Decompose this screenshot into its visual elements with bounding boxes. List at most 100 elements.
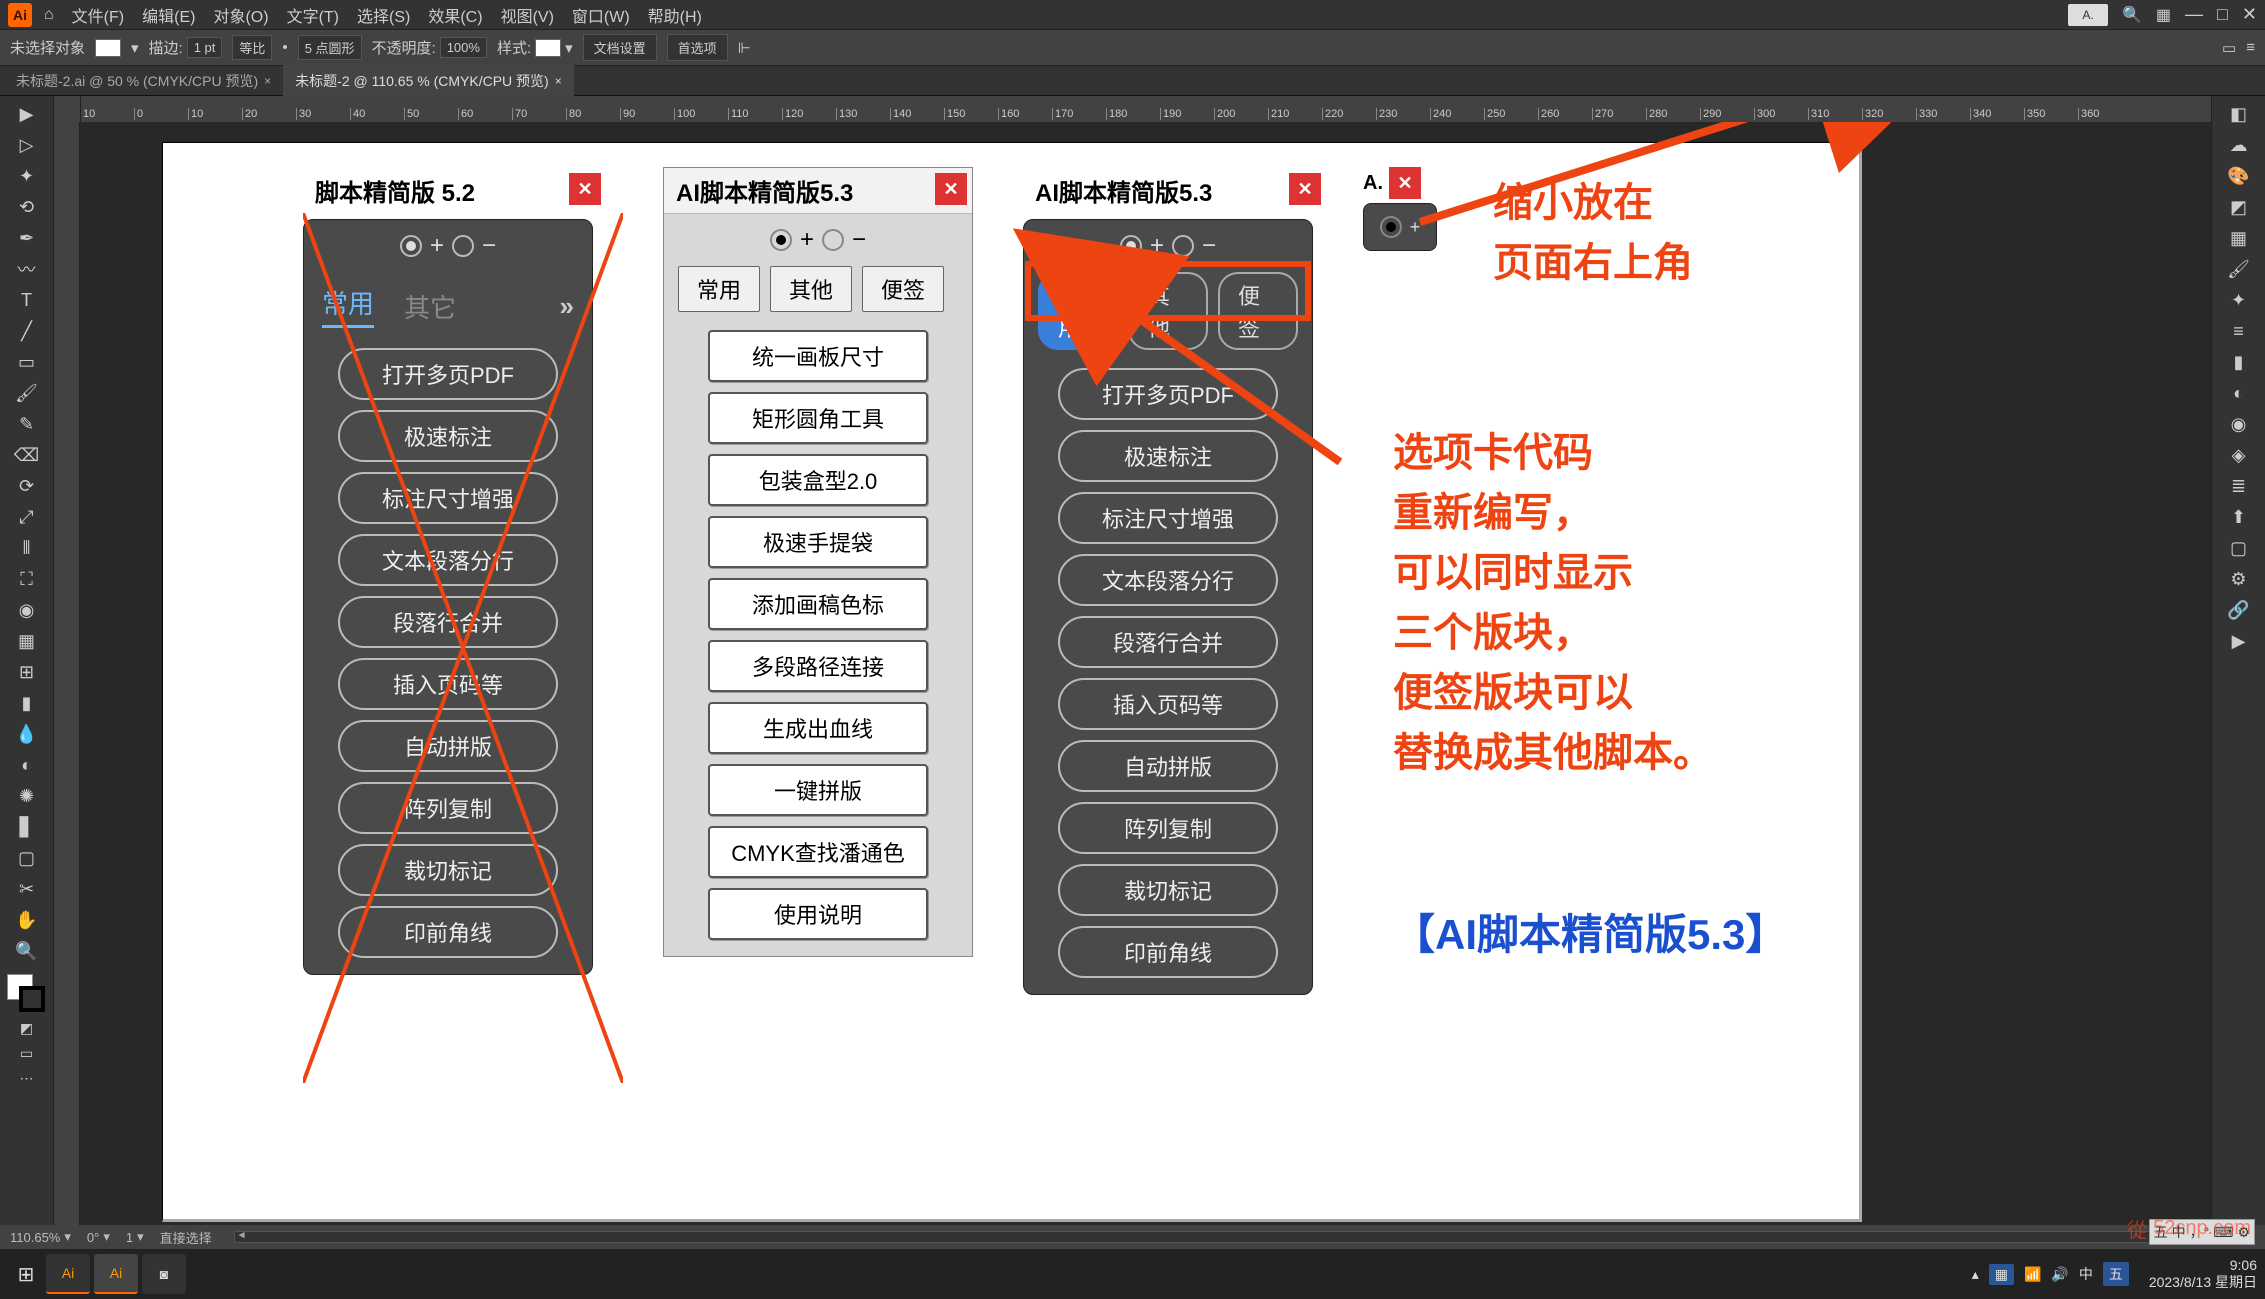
script-button[interactable]: 矩形圆角工具: [708, 392, 928, 444]
search-icon[interactable]: 🔍: [2122, 5, 2142, 25]
chevron-right-icon[interactable]: »: [560, 291, 574, 322]
script-button[interactable]: 插入页码等: [338, 658, 558, 710]
menu-effect[interactable]: 效果(C): [428, 3, 482, 27]
stroke-panel-icon[interactable]: ≡: [2218, 317, 2260, 345]
align-icon[interactable]: ⊩: [738, 39, 751, 57]
curvature-tool-icon[interactable]: 〰: [6, 255, 48, 283]
mini-close-button[interactable]: ✕: [1389, 167, 1421, 199]
blend-tool-icon[interactable]: ◐: [6, 751, 48, 779]
play-icon[interactable]: ▶: [2218, 627, 2260, 655]
script-button[interactable]: 裁切标记: [338, 844, 558, 896]
tray-volume-icon[interactable]: 🔊: [2051, 1266, 2068, 1283]
taskbar-clock[interactable]: 9:06 2023/8/13 星期日: [2139, 1257, 2257, 1291]
graphic-styles-icon[interactable]: ◈: [2218, 441, 2260, 469]
script-button[interactable]: 自动拼版: [338, 720, 558, 772]
script-button[interactable]: 多段路径连接: [708, 640, 928, 692]
script-button[interactable]: 包装盒型2.0: [708, 454, 928, 506]
panel53-light-close-button[interactable]: ✕: [935, 173, 967, 205]
scale-tool-icon[interactable]: ⤢: [6, 503, 48, 531]
type-tool-icon[interactable]: T: [6, 286, 48, 314]
zoom-level[interactable]: 110.65%: [10, 1230, 60, 1245]
color-mode-icon[interactable]: ◩: [6, 1017, 48, 1039]
start-button[interactable]: ⊞: [8, 1256, 44, 1292]
horizontal-scrollbar[interactable]: [234, 1231, 2249, 1243]
panel52-radio-row[interactable]: +−: [304, 220, 592, 272]
home-icon[interactable]: ⌂: [44, 6, 54, 24]
script-button[interactable]: CMYK查找潘通色: [708, 826, 928, 878]
prefs-button[interactable]: 首选项: [667, 34, 728, 61]
script-button[interactable]: 极速标注: [338, 410, 558, 462]
script-button[interactable]: 统一画板尺寸: [708, 330, 928, 382]
taskbar-app-other[interactable]: ◙: [142, 1254, 186, 1294]
panel-toggle-icon[interactable]: ▭: [2222, 39, 2236, 57]
artboards-panel-icon[interactable]: ▢: [2218, 534, 2260, 562]
panel52-tabs[interactable]: 常用 其它 »: [304, 272, 592, 340]
color-guide-icon[interactable]: ◩: [2218, 193, 2260, 221]
script-button[interactable]: 段落行合并: [1058, 616, 1278, 668]
menu-help[interactable]: 帮助(H): [648, 3, 702, 27]
symbols-panel-icon[interactable]: ✦: [2218, 286, 2260, 314]
scripts-panel-icon[interactable]: ⚙: [2218, 565, 2260, 593]
tab-close-icon[interactable]: ×: [264, 74, 271, 88]
script-button[interactable]: 极速手提袋: [708, 516, 928, 568]
script-button[interactable]: 极速标注: [1058, 430, 1278, 482]
eraser-tool-icon[interactable]: ⌫: [6, 441, 48, 469]
script-button[interactable]: 阵列复制: [1058, 802, 1278, 854]
fill-stroke-control[interactable]: [7, 974, 47, 1014]
links-panel-icon[interactable]: 🔗: [2218, 596, 2260, 624]
shaper-tool-icon[interactable]: ✎: [6, 410, 48, 438]
fill-swatch[interactable]: [95, 39, 121, 57]
menu-type[interactable]: 文字(T): [287, 3, 339, 27]
opacity-combo[interactable]: 100%: [440, 37, 487, 58]
stroke-width-combo[interactable]: 1 pt: [187, 37, 223, 58]
selection-tool-icon[interactable]: ▶: [6, 100, 48, 128]
script-button[interactable]: 印前角线: [1058, 926, 1278, 978]
panel53-light-radio-row[interactable]: +−: [664, 214, 972, 266]
menu-view[interactable]: 视图(V): [501, 3, 554, 27]
slice-tool-icon[interactable]: ✂: [6, 875, 48, 903]
close-icon[interactable]: ✕: [2242, 4, 2257, 25]
color-panel-icon[interactable]: 🎨: [2218, 162, 2260, 190]
mini-panel-docked[interactable]: A.: [2068, 4, 2108, 26]
doc-tab-2[interactable]: 未标题-2 @ 110.65 % (CMYK/CPU 预览)×: [283, 65, 574, 97]
appearance-panel-icon[interactable]: ◉: [2218, 410, 2260, 438]
script-button[interactable]: 打开多页PDF: [338, 348, 558, 400]
panel52-close-button[interactable]: ✕: [569, 173, 601, 205]
asset-export-icon[interactable]: ⬆: [2218, 503, 2260, 531]
free-transform-icon[interactable]: ⛶: [6, 565, 48, 593]
panel53-dark-tabs[interactable]: 常用 其他 便签: [1024, 272, 1312, 360]
maximize-icon[interactable]: □: [2217, 4, 2228, 25]
brush-combo[interactable]: 5 点圆形: [298, 35, 362, 60]
mesh-tool-icon[interactable]: ⊞: [6, 658, 48, 686]
tray-app-icon[interactable]: ▦: [1989, 1264, 2014, 1285]
panel53-light-tabs[interactable]: 常用 其他 便签: [664, 266, 972, 322]
gradient-panel-icon[interactable]: ▮: [2218, 348, 2260, 376]
script-button[interactable]: 添加画稿色标: [708, 578, 928, 630]
paintbrush-icon[interactable]: 🖌: [6, 379, 48, 407]
panel53-dark-close-button[interactable]: ✕: [1289, 173, 1321, 205]
script-button[interactable]: 一键拼版: [708, 764, 928, 816]
rotation-level[interactable]: 0°: [87, 1230, 99, 1245]
script-button[interactable]: 标注尺寸增强: [1058, 492, 1278, 544]
menu-file[interactable]: 文件(F): [72, 3, 124, 27]
doc-tab-1[interactable]: 未标题-2.ai @ 50 % (CMYK/CPU 预览)×: [4, 65, 283, 97]
pen-tool-icon[interactable]: ✒: [6, 224, 48, 252]
script-button[interactable]: 标注尺寸增强: [338, 472, 558, 524]
tray-ime-icon[interactable]: 中: [2079, 1264, 2093, 1284]
mini-radio-row[interactable]: +: [1372, 212, 1428, 242]
transparency-panel-icon[interactable]: ◐: [2218, 379, 2260, 407]
menu-object[interactable]: 对象(O): [213, 3, 268, 27]
script-button[interactable]: 插入页码等: [1058, 678, 1278, 730]
layers-panel-icon[interactable]: ≣: [2218, 472, 2260, 500]
taskbar-app-ai[interactable]: Ai: [46, 1254, 90, 1294]
artboard-tool-icon[interactable]: ▢: [6, 844, 48, 872]
direct-selection-tool-icon[interactable]: ▷: [6, 131, 48, 159]
magic-wand-icon[interactable]: ✦: [6, 162, 48, 190]
doc-setup-button[interactable]: 文档设置: [583, 34, 657, 61]
hand-tool-icon[interactable]: ✋: [6, 906, 48, 934]
script-button[interactable]: 阵列复制: [338, 782, 558, 834]
script-button[interactable]: 打开多页PDF: [1058, 368, 1278, 420]
shape-builder-icon[interactable]: ◉: [6, 596, 48, 624]
zoom-tool-icon[interactable]: 🔍: [6, 937, 48, 965]
artboard-viewport[interactable]: 脚本精简版 5.2 ✕ +− 常用 其它 » 打: [80, 122, 2211, 1225]
